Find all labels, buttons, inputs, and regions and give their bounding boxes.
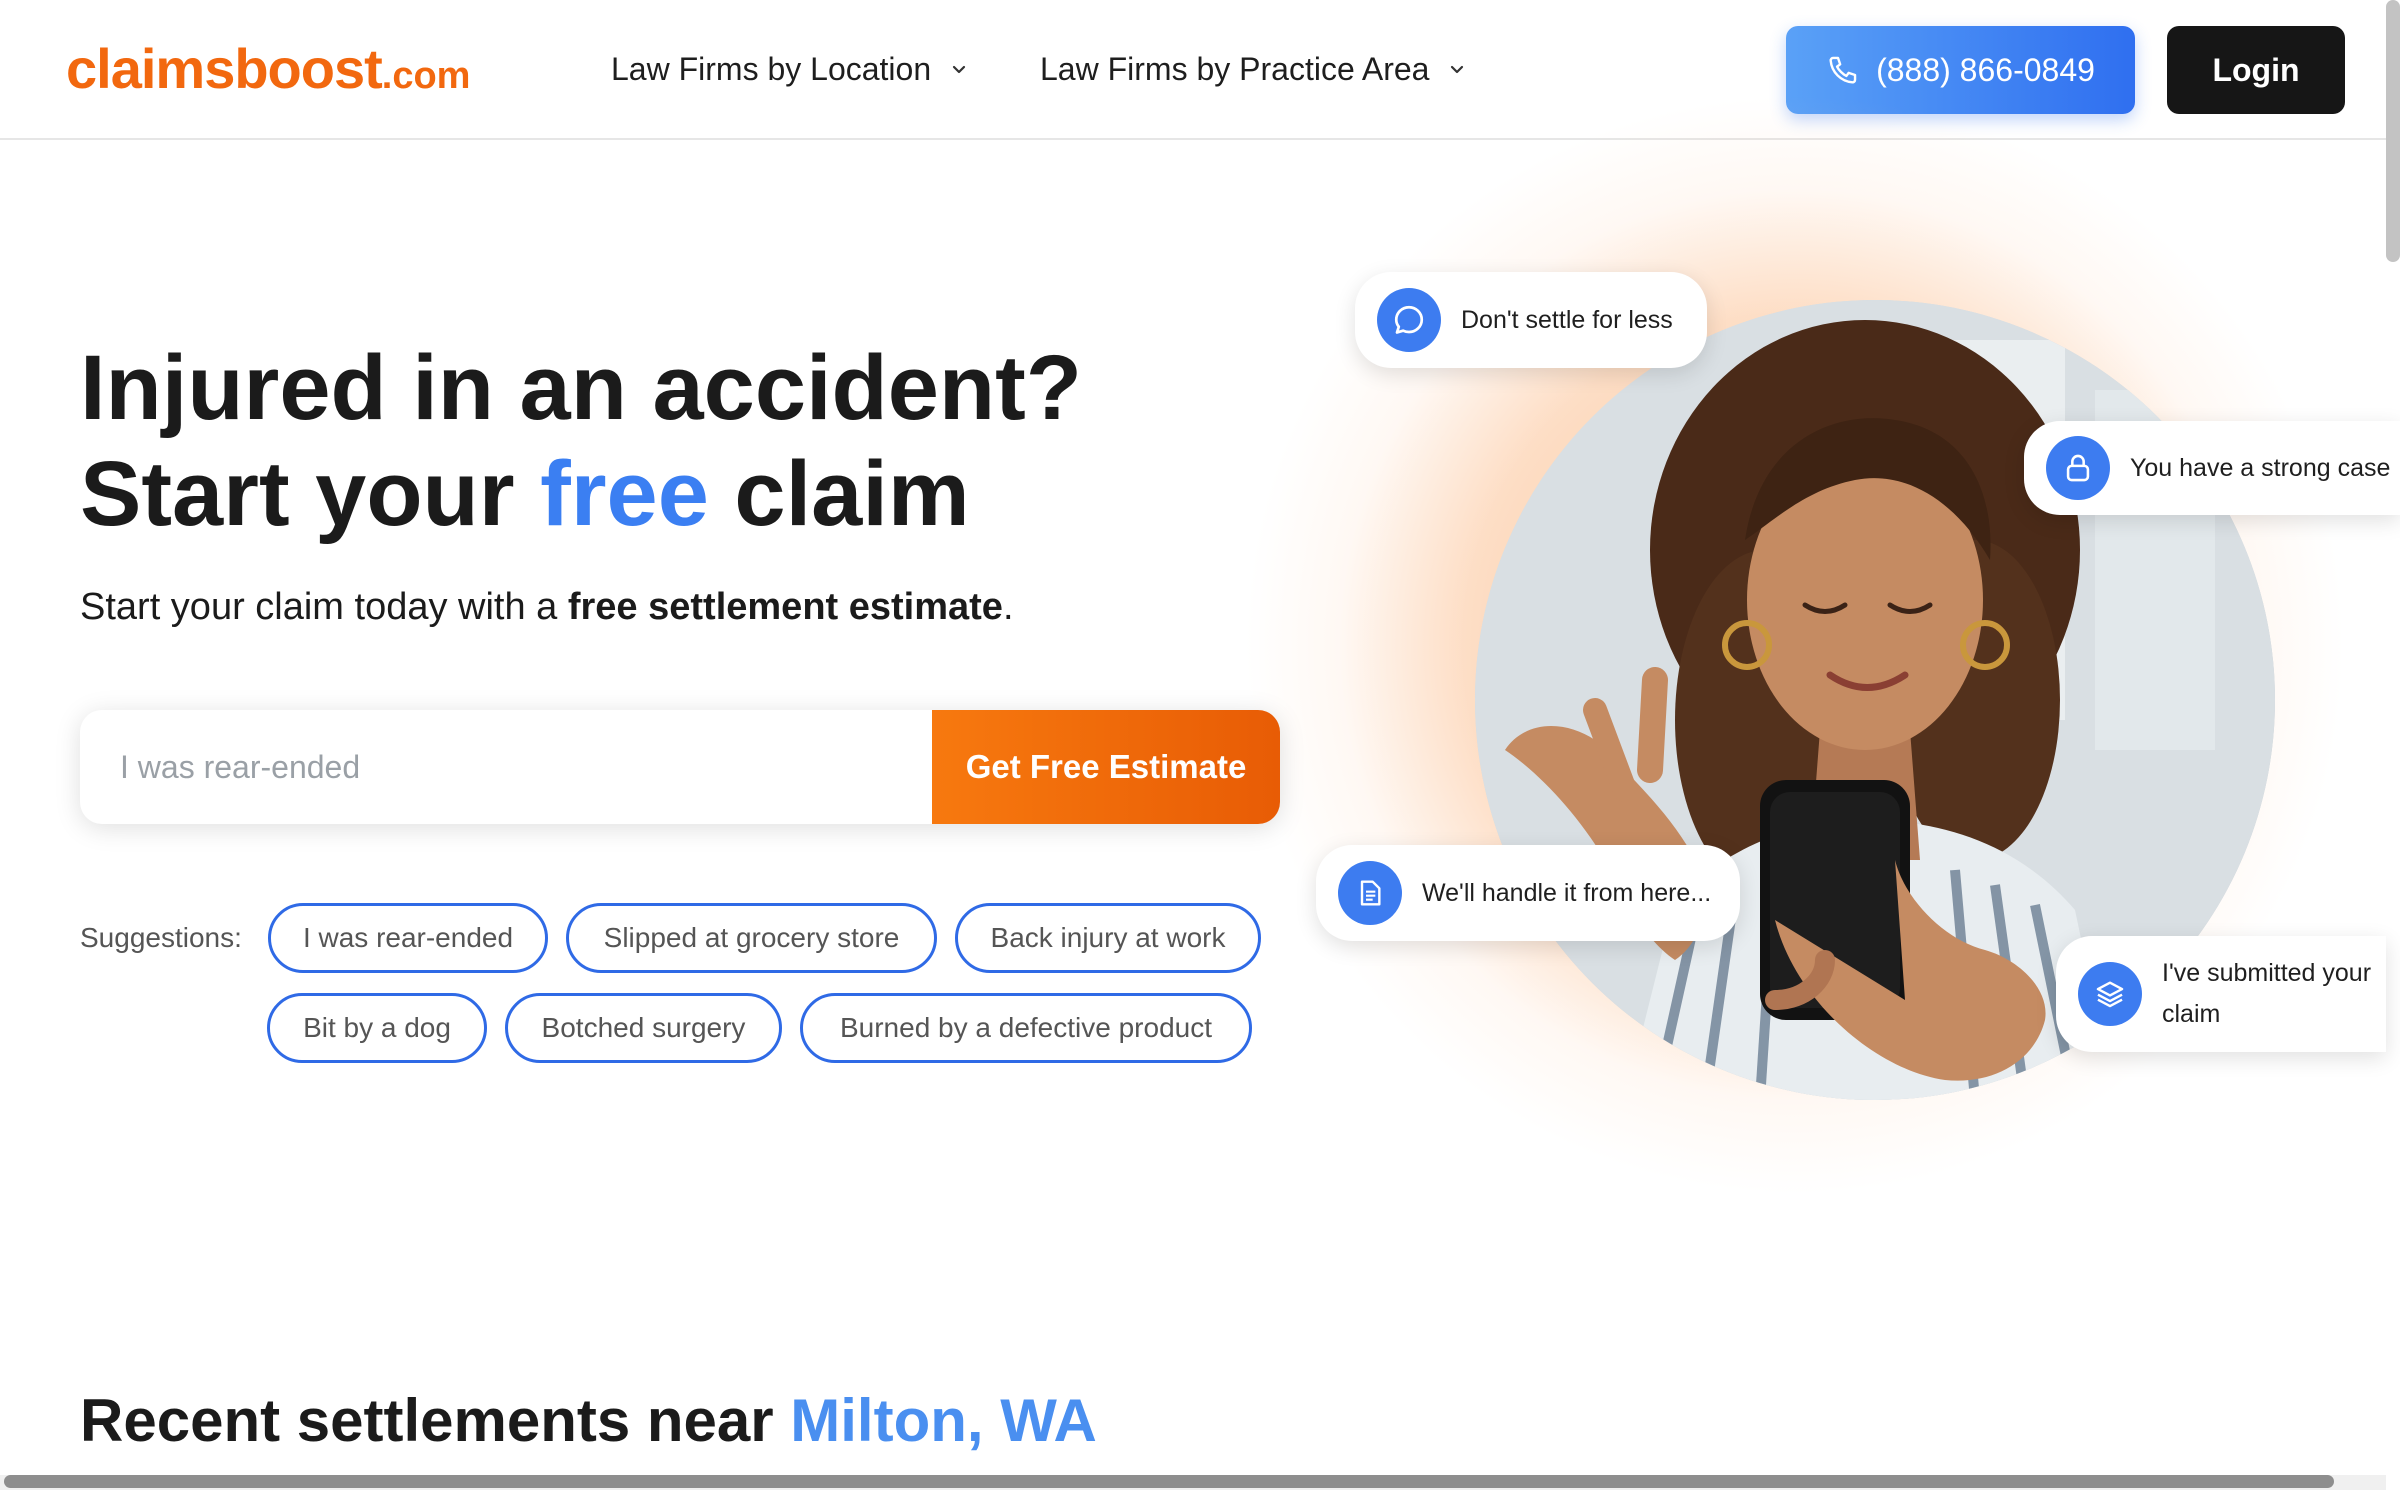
chevron-down-icon bbox=[953, 65, 966, 74]
suggestion-chip[interactable]: Bit by a dog bbox=[267, 993, 487, 1063]
document-icon bbox=[1338, 861, 1402, 925]
phone-icon bbox=[1829, 56, 1857, 84]
lock-icon bbox=[2046, 436, 2110, 500]
phone-number: (888) 866-0849 bbox=[1876, 51, 2095, 88]
subhead-suffix: . bbox=[1002, 586, 1014, 628]
horizontal-scrollbar-thumb[interactable] bbox=[4, 1475, 2334, 1488]
login-button[interactable]: Login bbox=[2167, 26, 2345, 114]
recent-prefix: Recent settlements near bbox=[80, 1387, 791, 1454]
recent-settlements-heading: Recent settlements near Milton, WA bbox=[80, 1386, 1097, 1455]
bubble-dont-settle: Don't settle for less bbox=[1355, 272, 1707, 368]
hero-headline: Injured in an accident? Start your free … bbox=[80, 335, 1280, 547]
get-free-estimate-button[interactable]: Get Free Estimate bbox=[932, 710, 1280, 824]
nav-law-firms-by-practice-area[interactable]: Law Firms by Practice Area bbox=[1040, 46, 1467, 92]
chat-icon bbox=[1377, 288, 1441, 352]
bubble-we-handle-it: We'll handle it from here... bbox=[1316, 845, 1740, 941]
suggestions-label: Suggestions: bbox=[80, 922, 242, 953]
page: claimsboost.com Law Firms by Location La… bbox=[0, 0, 2400, 1490]
bubble-submitted-claim: I've submitted your claim bbox=[2056, 936, 2386, 1052]
accident-description-input[interactable] bbox=[80, 710, 932, 824]
hero-subheading: Start your claim today with a free settl… bbox=[80, 586, 1014, 629]
chevron-down-icon bbox=[1451, 65, 1464, 74]
site-header: claimsboost.com Law Firms by Location La… bbox=[0, 0, 2386, 140]
nav-label: Law Firms by Practice Area bbox=[1040, 50, 1430, 87]
recent-location: Milton, WA bbox=[790, 1387, 1097, 1454]
subhead-prefix: Start your claim today with a bbox=[80, 586, 568, 628]
bubble-text: You have a strong case bbox=[2130, 453, 2391, 482]
suggestion-chip[interactable]: Slipped at grocery store bbox=[566, 903, 937, 973]
bubble-text: Don't settle for less bbox=[1461, 305, 1673, 334]
layers-icon bbox=[2078, 962, 2142, 1026]
suggestion-chip[interactable]: I was rear-ended bbox=[268, 903, 548, 973]
subhead-bold: free settlement estimate bbox=[567, 586, 1003, 628]
logo[interactable]: claimsboost.com bbox=[66, 36, 470, 101]
logo-tld: .com bbox=[381, 55, 471, 97]
vertical-scrollbar-thumb[interactable] bbox=[2386, 0, 2400, 262]
logo-wordmark: claimsboost bbox=[66, 37, 383, 100]
headline-accent-free: free bbox=[540, 443, 709, 545]
estimate-search-box: Get Free Estimate bbox=[80, 710, 1280, 824]
bubble-text: I've submitted your claim bbox=[2162, 959, 2372, 1028]
suggestion-chip[interactable]: Burned by a defective product bbox=[800, 993, 1252, 1063]
bubble-text: We'll handle it from here... bbox=[1422, 878, 1712, 907]
bubble-strong-case: You have a strong case bbox=[2024, 421, 2400, 515]
headline-line-1: Injured in an accident? bbox=[80, 337, 1082, 439]
headline-line-2-prefix: Start your bbox=[80, 443, 541, 545]
headline-line-2-suffix: claim bbox=[708, 443, 970, 545]
suggestion-chip[interactable]: Back injury at work bbox=[955, 903, 1261, 973]
nav-law-firms-by-location[interactable]: Law Firms by Location bbox=[611, 46, 969, 92]
suggestion-chip[interactable]: Botched surgery bbox=[505, 993, 782, 1063]
nav-label: Law Firms by Location bbox=[611, 50, 932, 87]
